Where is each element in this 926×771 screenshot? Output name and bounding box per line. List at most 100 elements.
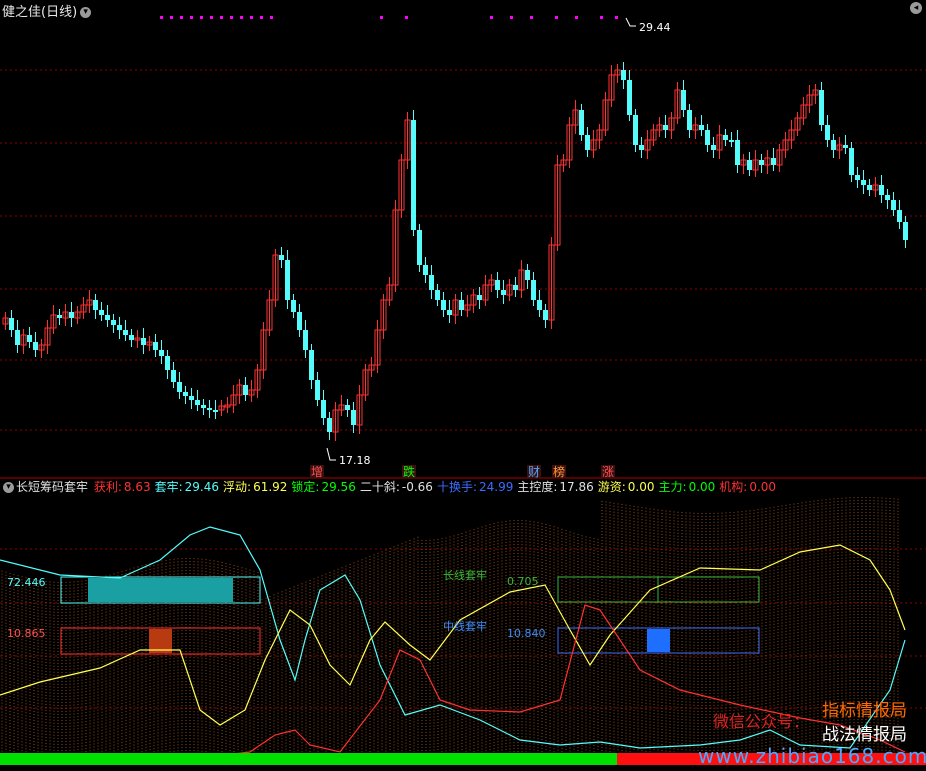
candle	[771, 158, 776, 165]
candle	[531, 280, 536, 300]
indicator-field: 套牢:	[154, 480, 183, 494]
candle	[681, 90, 686, 110]
candle	[9, 318, 14, 330]
candle	[309, 350, 314, 380]
candle	[759, 160, 764, 165]
candle	[819, 90, 824, 125]
signal-dot	[270, 16, 273, 19]
candle	[627, 80, 632, 115]
watermark-line1: 指标情报局	[822, 701, 907, 721]
long-trapped-value: 0.705	[507, 575, 539, 588]
candle	[633, 115, 638, 145]
collapse-icon[interactable]: ▾	[3, 482, 14, 493]
candle	[351, 410, 356, 425]
tag-label: 跌	[403, 464, 415, 479]
indicator-name: 长短筹码套牢	[16, 480, 89, 494]
mid-trapped-label: 中线套牢	[443, 619, 487, 633]
bottom-band-green	[0, 753, 617, 765]
indicator-field-value: -0.66	[401, 480, 433, 494]
stock-title: 健之佳(日线)	[2, 5, 78, 20]
candle	[243, 385, 248, 395]
candle	[729, 140, 734, 142]
window-title[interactable]: 健之佳(日线) ▾	[2, 1, 92, 20]
indicator-field-value: 0.00	[749, 480, 777, 494]
candle	[171, 370, 176, 382]
signal-dot	[555, 16, 558, 19]
candle	[705, 130, 710, 145]
low-marker	[326, 447, 336, 461]
candle	[501, 290, 506, 295]
watermark-wechat: 微信公众号：	[713, 712, 810, 731]
signal-dot	[200, 16, 203, 19]
indicator-field-value: 8.63	[123, 480, 151, 494]
right-bottom-fill	[647, 629, 670, 652]
candle	[297, 312, 302, 330]
candle	[825, 125, 830, 140]
indicator-field-value: 29.46	[184, 480, 220, 494]
indicator-field: 锁定:	[291, 480, 320, 494]
candle	[69, 312, 74, 318]
candle	[345, 405, 350, 410]
candle	[57, 315, 62, 318]
candle	[855, 175, 860, 180]
candle	[117, 325, 122, 330]
watermark-line2: 战法情报局	[822, 725, 907, 745]
signal-dot	[160, 16, 163, 19]
candle	[279, 255, 284, 260]
signal-dot	[615, 16, 618, 19]
signal-dot	[250, 16, 253, 19]
signal-dot	[210, 16, 213, 19]
indicator-field: 二十斜:	[359, 480, 400, 494]
long-trapped-label: 长线套牢	[443, 568, 487, 582]
candle	[897, 210, 902, 222]
indicator-fields: 获利: 8.63 套牢: 29.46 浮动: 61.92 锁定: 29.56 二十斜: -0.66…	[94, 480, 780, 494]
candle	[165, 356, 170, 370]
candle	[99, 310, 104, 315]
signal-dot	[380, 16, 383, 19]
indicator-field: 游资:	[597, 480, 626, 494]
candle	[723, 135, 728, 140]
candle	[621, 70, 626, 80]
candle	[195, 400, 200, 405]
indicator-field: 浮动:	[223, 480, 252, 494]
candle	[15, 330, 20, 345]
high-price-label: 29.44	[639, 21, 671, 34]
candle	[315, 380, 320, 400]
candle	[177, 382, 182, 392]
candle	[141, 338, 146, 345]
indicator-header: ▾ 长短筹码套牢 获利: 8.63 套牢: 29.46 浮动: 61.92 锁定: 29.56 二…	[0, 479, 782, 496]
candle	[867, 185, 872, 190]
candle	[207, 408, 212, 410]
signal-dot	[575, 16, 578, 19]
mid-trapped-value: 10.840	[507, 627, 546, 640]
candle	[849, 148, 854, 175]
candle	[129, 335, 134, 340]
candle	[303, 330, 308, 350]
candle	[903, 222, 908, 240]
settings-icon[interactable]: ◂	[910, 2, 922, 14]
signal-dot	[180, 16, 183, 19]
tag-label: 增	[311, 465, 323, 479]
candle	[513, 285, 518, 290]
candle	[201, 405, 206, 408]
candle	[183, 392, 188, 396]
candle	[27, 335, 32, 342]
chart-canvas[interactable]: 29.44 17.18 增 跌 财榜 涨 72.446 10.865 长线套牢 0.705 中线套牢…	[0, 0, 926, 771]
candle	[441, 300, 446, 310]
candle	[447, 310, 452, 315]
chevron-down-icon[interactable]: ▾	[80, 7, 92, 18]
indicator-field-value: 0.00	[688, 480, 716, 494]
indicator-field: 主控度:	[517, 480, 558, 494]
candle	[843, 145, 848, 148]
candle	[213, 410, 218, 412]
candle	[477, 295, 482, 300]
indicator-field-value: 24.99	[478, 480, 514, 494]
candle	[327, 418, 332, 432]
candle	[861, 180, 866, 185]
candle	[543, 310, 548, 320]
candle	[639, 145, 644, 150]
candle	[435, 290, 440, 300]
candle	[885, 195, 890, 200]
candle	[663, 125, 668, 130]
signal-dot	[220, 16, 223, 19]
